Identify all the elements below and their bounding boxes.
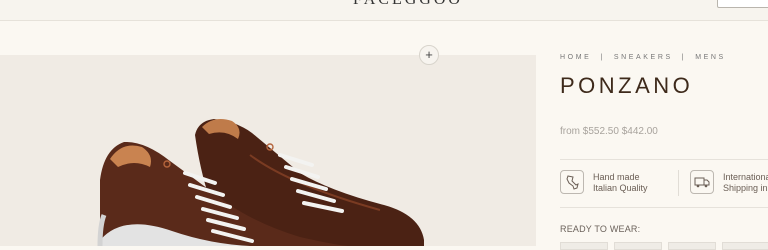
feature-shipping: International Shipping in — [690, 170, 768, 196]
top-header: FACEGGOO — [0, 0, 768, 21]
ready-to-wear-label: READY TO WEAR: — [560, 224, 641, 234]
italy-map-icon — [560, 170, 584, 194]
size-option[interactable] — [560, 242, 608, 250]
breadcrumb: HOME | SNEAKERS | MENS — [560, 54, 726, 61]
account-button[interactable] — [717, 0, 768, 8]
breadcrumb-home[interactable]: HOME — [560, 54, 591, 61]
price-new: $442.00 — [621, 126, 658, 137]
feature-line1: International — [723, 172, 768, 182]
breadcrumb-separator: | — [600, 54, 605, 61]
price: from $552.50 $442.00 — [560, 126, 658, 137]
brand-logo[interactable]: FACEGGOO — [353, 0, 463, 9]
breadcrumb-separator: | — [681, 54, 687, 61]
feature-handmade: Hand made Italian Quality — [560, 170, 670, 196]
breadcrumb-mens[interactable]: MENS — [695, 54, 726, 61]
price-old: $552.50 — [582, 126, 619, 137]
feature-separator — [678, 170, 679, 196]
product-title: PONZANO — [560, 73, 694, 98]
size-option[interactable] — [722, 242, 768, 250]
divider — [560, 159, 768, 160]
size-option[interactable] — [614, 242, 662, 250]
price-prefix: from — [560, 126, 580, 137]
feature-line1: Hand made — [593, 172, 640, 182]
plus-icon: + — [425, 47, 433, 62]
feature-line2: Shipping in — [723, 183, 768, 193]
size-option[interactable] — [668, 242, 716, 250]
breadcrumb-sneakers[interactable]: SNEAKERS — [614, 54, 673, 61]
zoom-button[interactable]: + — [419, 45, 439, 65]
feature-line2: Italian Quality — [593, 183, 648, 193]
truck-icon — [690, 170, 714, 194]
product-image[interactable] — [0, 55, 440, 246]
divider — [560, 207, 768, 208]
